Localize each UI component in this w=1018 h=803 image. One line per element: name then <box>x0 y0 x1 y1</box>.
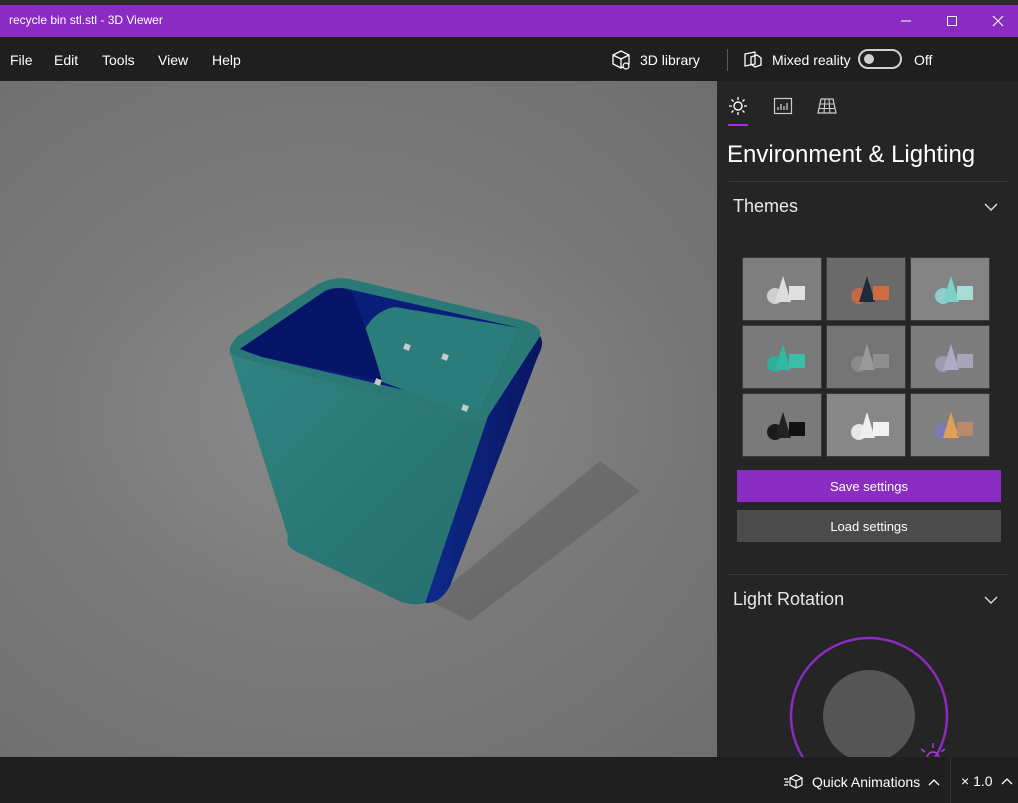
maximize-icon <box>947 16 957 26</box>
theme-thumbnail[interactable] <box>910 325 990 389</box>
chevron-down-icon[interactable] <box>983 199 999 215</box>
themes-grid <box>742 257 992 457</box>
title-bar: recycle bin stl.stl - 3D Viewer <box>0 5 1018 37</box>
load-settings-button[interactable]: Load settings <box>737 510 1001 542</box>
stats-chart-icon <box>773 97 793 115</box>
minimize-icon <box>901 20 911 22</box>
app-window: recycle bin stl.stl - 3D Viewer File Edi… <box>0 0 1018 803</box>
minimize-button[interactable] <box>883 5 929 37</box>
animation-speed-label: × 1.0 <box>961 773 993 789</box>
status-divider <box>950 757 951 803</box>
theme-thumbnail[interactable] <box>826 393 906 457</box>
chevron-down-icon[interactable] <box>983 592 999 608</box>
active-tab-indicator <box>728 124 748 126</box>
quick-animations-button[interactable]: Quick Animations <box>784 773 940 791</box>
theme-thumbnail[interactable] <box>742 393 822 457</box>
grid-icon <box>817 98 837 114</box>
mixed-reality-icon <box>744 51 762 68</box>
chevron-up-icon <box>1001 778 1012 785</box>
window-title: recycle bin stl.stl - 3D Viewer <box>9 13 163 27</box>
section-divider <box>729 574 1007 575</box>
light-rotation-header[interactable]: Light Rotation <box>733 589 844 610</box>
menu-view[interactable]: View <box>158 52 188 68</box>
mixed-reality-state: Off <box>914 52 933 68</box>
animation-cube-icon <box>784 774 803 789</box>
menu-tools[interactable]: Tools <box>102 52 135 68</box>
animation-speed-button[interactable]: × 1.0 <box>961 773 1013 789</box>
3d-viewport[interactable] <box>0 81 717 757</box>
mixed-reality-button[interactable]: Mixed reality <box>742 48 851 72</box>
tab-stats[interactable] <box>772 95 794 117</box>
menu-file[interactable]: File <box>10 52 33 68</box>
theme-thumbnail[interactable] <box>910 257 990 321</box>
panel-title: Environment & Lighting <box>727 141 976 168</box>
light-rotation-sphere <box>823 670 915 757</box>
sun-icon <box>729 97 747 115</box>
chevron-up-icon <box>928 779 940 786</box>
toggle-knob <box>864 54 874 64</box>
quick-animations-label: Quick Animations <box>812 774 921 790</box>
menu-edit[interactable]: Edit <box>54 52 78 68</box>
mixed-reality-toggle[interactable] <box>858 49 902 69</box>
3d-library-button[interactable]: 3D library <box>610 48 700 72</box>
theme-thumbnail[interactable] <box>826 325 906 389</box>
environment-panel: Environment & Lighting Themes Save setti… <box>717 81 1018 757</box>
section-divider <box>729 181 1007 182</box>
close-icon <box>992 15 1004 27</box>
toolbar-divider <box>727 49 728 71</box>
themes-header[interactable]: Themes <box>733 196 798 217</box>
tab-grid[interactable] <box>816 95 838 117</box>
cube-library-icon <box>612 50 630 70</box>
theme-thumbnail[interactable] <box>910 393 990 457</box>
menu-help[interactable]: Help <box>212 52 241 68</box>
theme-thumbnail[interactable] <box>742 257 822 321</box>
maximize-button[interactable] <box>929 5 975 37</box>
tab-lighting[interactable] <box>727 95 749 117</box>
close-button[interactable] <box>975 5 1018 37</box>
light-handle-sun-icon[interactable] <box>918 743 948 757</box>
light-rotation-dial[interactable] <box>787 636 952 757</box>
theme-thumbnail[interactable] <box>742 325 822 389</box>
theme-thumbnail[interactable] <box>826 257 906 321</box>
3d-library-label: 3D library <box>640 52 700 68</box>
save-settings-button[interactable]: Save settings <box>737 470 1001 502</box>
mixed-reality-label: Mixed reality <box>772 52 851 68</box>
3d-model-render <box>50 211 710 621</box>
